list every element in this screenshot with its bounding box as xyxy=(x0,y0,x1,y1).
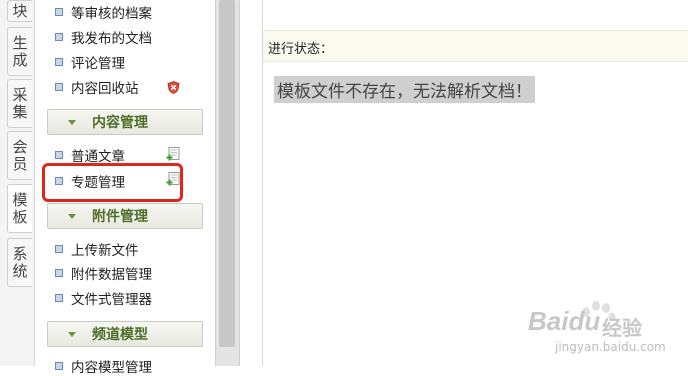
error-message: 模板文件不存在，无法解析文档！ xyxy=(274,76,535,103)
bullet-icon xyxy=(55,294,63,302)
watermark-url: jingyan.baidu.com xyxy=(555,340,666,354)
section-channel-model[interactable]: 频道模型 xyxy=(47,321,203,347)
menu-item-articles[interactable]: 普通文章 xyxy=(55,145,125,165)
section-attachment-management[interactable]: 附件管理 xyxy=(47,203,203,229)
menu-item-file-manager[interactable]: 文件式管理器 xyxy=(55,288,152,308)
status-label: 进行状态： xyxy=(268,42,334,57)
menu-item-pending-archives[interactable]: 等审核的档案 xyxy=(55,2,152,22)
chevron-down-icon xyxy=(68,213,76,219)
tab-template[interactable]: 模板 xyxy=(7,184,32,233)
tab-system[interactable]: 系统 xyxy=(7,238,32,287)
main-top-area xyxy=(263,0,688,31)
menu-item-my-documents[interactable]: 我发布的文档 xyxy=(55,27,152,47)
menu-item-recycle-bin[interactable]: 内容回收站 xyxy=(55,77,139,97)
tab-generate[interactable]: 生成 xyxy=(7,27,32,76)
watermark-brand: Baidu xyxy=(528,306,601,336)
chevron-down-icon xyxy=(68,331,76,337)
menu-item-attachment-data[interactable]: 附件数据管理 xyxy=(55,263,152,283)
bullet-icon xyxy=(55,245,63,253)
bullet-icon xyxy=(55,269,63,277)
menu-item-upload-file[interactable]: 上传新文件 xyxy=(55,239,139,259)
bullet-icon xyxy=(55,83,63,91)
menu-item-comments[interactable]: 评论管理 xyxy=(55,52,125,72)
watermark-brand-cn: 经验 xyxy=(602,316,642,340)
highlight-box xyxy=(42,163,183,202)
tab-member[interactable]: 会员 xyxy=(7,131,32,180)
section-content-management[interactable]: 内容管理 xyxy=(47,109,203,135)
bullet-icon xyxy=(55,151,63,159)
add-article-icon[interactable] xyxy=(166,147,180,161)
tab-collect[interactable]: 采集 xyxy=(7,79,32,128)
clear-bin-icon[interactable] xyxy=(167,81,180,94)
vertical-tab-bar: 块 生成 采集 会员 模板 系统 xyxy=(0,0,35,366)
tab-block[interactable]: 块 xyxy=(7,0,32,22)
bullet-icon xyxy=(55,8,63,16)
menu-item-content-model[interactable]: 内容模型管理 xyxy=(55,356,152,376)
bullet-icon xyxy=(55,33,63,41)
bullet-icon xyxy=(55,362,63,370)
scrollbar-thumb[interactable] xyxy=(219,0,235,347)
bullet-icon xyxy=(55,58,63,66)
chevron-down-icon xyxy=(68,119,76,125)
